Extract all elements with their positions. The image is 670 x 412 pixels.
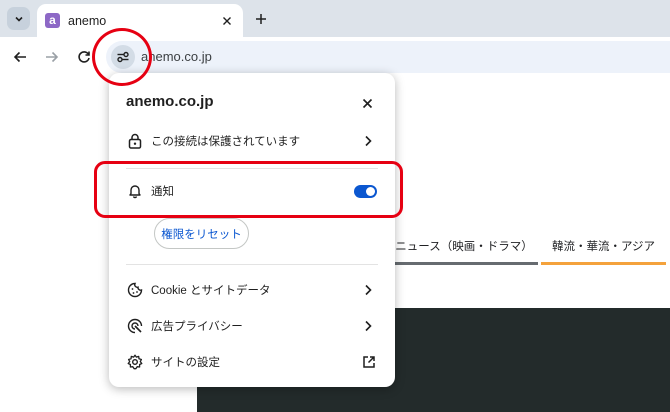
tab-close-button[interactable]	[219, 13, 235, 29]
chevron-down-icon	[14, 16, 23, 22]
reload-icon	[78, 51, 90, 63]
popup-close-button[interactable]	[359, 95, 375, 111]
category-tab-news[interactable]: ニュース（映画・ドラマ）	[390, 233, 538, 265]
ad-privacy-label: 広告プライバシー	[151, 321, 243, 333]
cookies-row[interactable]: Cookie とサイトデータ	[109, 272, 395, 308]
close-icon	[223, 16, 231, 25]
divider	[126, 264, 378, 265]
tab-title: anemo	[68, 13, 107, 28]
arrow-right-icon	[46, 51, 59, 63]
tab-search-button[interactable]	[7, 7, 30, 30]
cookies-label: Cookie とサイトデータ	[151, 285, 271, 297]
reload-button[interactable]	[74, 47, 94, 67]
back-button[interactable]	[10, 47, 30, 67]
gear-icon	[125, 352, 145, 372]
lock-icon	[125, 131, 145, 151]
open-external-icon	[361, 354, 377, 370]
close-icon	[362, 98, 372, 108]
annotation-circle	[92, 28, 152, 86]
forward-button[interactable]	[42, 47, 62, 67]
connection-label: この接続は保護されています	[151, 136, 301, 148]
ad-privacy-row[interactable]: 広告プライバシー	[109, 308, 395, 344]
tab-strip: a anemo	[0, 0, 670, 37]
connection-security-row[interactable]: この接続は保護されています	[109, 123, 395, 159]
cookie-icon	[125, 280, 145, 300]
reset-permissions-button[interactable]: 権限をリセット	[154, 218, 249, 249]
chevron-right-icon	[361, 134, 375, 148]
browser-tab[interactable]: a anemo	[37, 4, 243, 37]
site-favicon: a	[45, 13, 60, 28]
ad-privacy-icon	[125, 316, 145, 336]
site-settings-label: サイトの設定	[151, 357, 220, 369]
new-tab-button[interactable]	[250, 8, 272, 30]
category-tab-asia[interactable]: 韓流・華流・アジア	[541, 233, 666, 265]
popup-title: anemo.co.jp	[126, 93, 214, 110]
site-settings-row[interactable]: サイトの設定	[109, 344, 395, 380]
arrow-left-icon	[13, 51, 26, 63]
chevron-right-icon	[361, 283, 375, 297]
plus-icon	[256, 14, 266, 24]
site-info-popup: anemo.co.jp この接続は保護されています 通知 権限をリセット Coo…	[109, 73, 395, 387]
omnibox[interactable]: anemo.co.jp	[106, 41, 670, 73]
annotation-highlight	[94, 161, 403, 218]
chevron-right-icon	[361, 319, 375, 333]
